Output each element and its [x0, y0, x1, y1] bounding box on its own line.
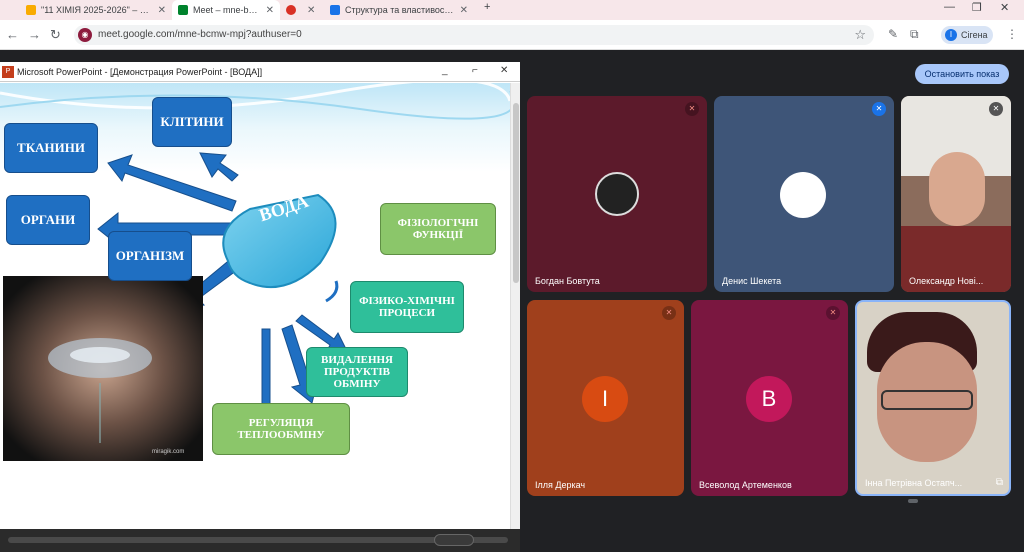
mic-off-icon: ✕	[826, 306, 840, 320]
video-glasses	[881, 390, 973, 410]
box-vydal: ВИДАЛЕННЯ ПРОДУКТІВ ОБМІНУ	[306, 347, 408, 397]
mic-off-icon: ✕	[872, 102, 886, 116]
scroll-indicator	[908, 499, 918, 503]
box-fiz-him: ФІЗИКО-ХІМІЧНІ ПРОЦЕСИ	[350, 281, 464, 333]
tab-title: "11 ХІМІЯ 2025-2026" – Класс	[41, 5, 152, 15]
close-icon[interactable]: ✕	[266, 5, 274, 16]
tab-meet[interactable]: Meet – mne-bcmw-mpj ✕	[172, 0, 280, 20]
minimize-icon[interactable]: —	[944, 1, 955, 13]
participant-name: Ілля Деркач	[535, 480, 586, 490]
bookmark-star-icon[interactable]: ☆	[854, 27, 866, 43]
pip-icon[interactable]: ⧉	[996, 477, 1003, 488]
profile-avatar: I	[945, 29, 957, 41]
close-icon[interactable]: ✕	[500, 65, 508, 76]
site-info-icon[interactable]: ◉	[78, 28, 92, 42]
avatar	[595, 172, 639, 216]
box-fiziol: ФІЗІОЛОГІЧНІ ФУНКЦІЇ	[380, 203, 496, 255]
restore-icon[interactable]: ❐	[972, 1, 982, 14]
menu-kebab-icon[interactable]: ⋮	[1006, 27, 1018, 41]
scroll-track	[8, 537, 508, 543]
tab-title: Структура та властивості б.ей	[345, 5, 454, 15]
window-title: Microsoft PowerPoint - [Демонстрация Pow…	[17, 66, 263, 77]
record-icon	[286, 5, 296, 15]
tab-recording[interactable]: ✕	[280, 0, 324, 20]
horizontal-scrollbar[interactable]	[0, 529, 520, 552]
profile-button[interactable]: I Сігена	[941, 26, 993, 44]
participant-tile[interactable]: ✕ Богдан Бовтута	[527, 96, 707, 292]
powerpoint-logo-icon: P	[2, 65, 14, 78]
close-icon[interactable]: ✕	[460, 5, 468, 16]
tab-bar: "11 ХІМІЯ 2025-2026" – Класс ✕ Meet – mn…	[0, 0, 1024, 20]
participant-tile[interactable]: I ✕ Ілля Деркач	[527, 300, 684, 496]
watermark: miragik.com	[152, 449, 185, 455]
scroll-thumb[interactable]	[513, 103, 519, 283]
box-klityny: КЛІТИНИ	[152, 97, 232, 147]
classroom-icon	[26, 5, 36, 15]
box-regul: РЕГУЛЯЦІЯ ТЕПЛООБМІНУ	[212, 403, 350, 455]
slides-icon	[330, 5, 340, 15]
back-icon[interactable]: ←	[6, 27, 19, 42]
stop-presenting-button[interactable]: Остановить показ	[915, 64, 1009, 84]
tab-classroom[interactable]: "11 ХІМІЯ 2025-2026" – Класс ✕	[20, 0, 172, 20]
address-bar-row: ← → ↻ ◉ meet.google.com/mne-bcmw-mpj?aut…	[0, 20, 1024, 50]
participant-name: Всеволод Артеменков	[699, 480, 792, 490]
minimize-icon[interactable]: _	[442, 65, 448, 76]
url-bar[interactable]: ◉ meet.google.com/mne-bcmw-mpj?authuser=…	[74, 25, 874, 45]
participant-name: Інна Петрівна Остапч...	[865, 478, 963, 488]
scroll-thumb[interactable]	[434, 534, 474, 546]
reload-icon[interactable]: ↻	[50, 27, 61, 43]
forward-icon[interactable]: →	[28, 27, 41, 42]
box-tkanyny: ТКАНИНИ	[4, 123, 98, 173]
close-window-icon[interactable]: ✕	[1000, 1, 1009, 14]
tab-slides[interactable]: Структура та властивості б.ей ✕	[324, 0, 474, 20]
close-icon[interactable]: ✕	[158, 5, 166, 16]
meet-icon	[178, 5, 188, 15]
participant-tile[interactable]: ✕ Денис Шекета	[714, 96, 894, 292]
mic-off-icon: ✕	[989, 102, 1003, 116]
box-organizm: ОРГАНІЗМ	[108, 231, 192, 281]
url-text: meet.google.com/mne-bcmw-mpj?authuser=0	[98, 29, 302, 40]
close-icon[interactable]: ✕	[307, 5, 315, 16]
avatar: I	[582, 376, 628, 422]
powerpoint-titlebar: P Microsoft PowerPoint - [Демонстрация P…	[0, 62, 520, 82]
mic-off-icon: ✕	[685, 102, 699, 116]
maximize-icon[interactable]: ⌐	[472, 65, 478, 76]
participant-tile[interactable]: ✕ Олександр Нові...	[901, 96, 1011, 292]
participant-name: Денис Шекета	[722, 276, 782, 286]
profile-name: Сігена	[961, 30, 988, 40]
participant-name: Олександр Нові...	[909, 276, 984, 286]
participant-name: Богдан Бовтута	[535, 276, 600, 286]
vertical-scrollbar[interactable]	[510, 83, 520, 529]
extension-icon[interactable]: ✎	[888, 27, 898, 41]
slide: КЛІТИНИ ТКАНИНИ ОРГАНИ ОРГАНІЗМ ВОДА ФІЗ…	[0, 83, 510, 529]
mic-off-icon: ✕	[662, 306, 676, 320]
video-face	[929, 152, 985, 226]
participant-tile[interactable]: Інна Петрівна Остапч... ⧉	[855, 300, 1011, 496]
presentation-window: P Microsoft PowerPoint - [Демонстрация P…	[0, 62, 520, 552]
box-organy: ОРГАНИ	[6, 195, 90, 245]
avatar: В	[746, 376, 792, 422]
participant-tile[interactable]: В ✕ Всеволод Артеменков	[691, 300, 848, 496]
new-tab-button[interactable]: +	[484, 1, 490, 13]
extensions-puzzle-icon[interactable]: ⧉	[910, 27, 919, 42]
avatar	[780, 172, 826, 218]
tab-title: Meet – mne-bcmw-mpj	[193, 5, 260, 15]
